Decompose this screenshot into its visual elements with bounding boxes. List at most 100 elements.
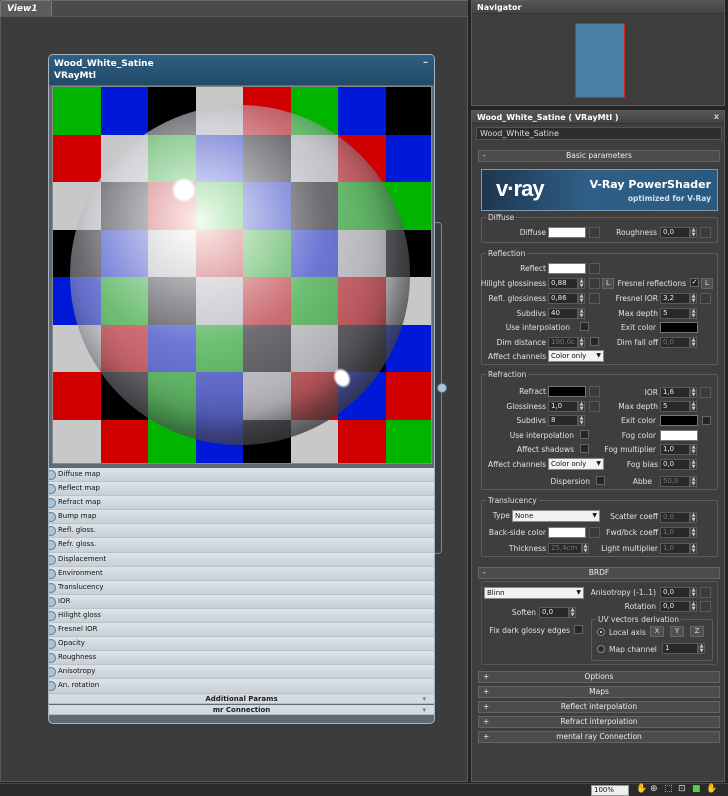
spinner-arrows[interactable]: ▲ ▼: [578, 278, 585, 289]
rollout-reflect-interpolation[interactable]: + Reflect interpolation: [478, 701, 720, 713]
spinner-arrows[interactable]: ▲ ▼: [582, 543, 589, 554]
rollout-basic-parameters[interactable]: - Basic parameters: [478, 150, 720, 162]
spinner-arrows[interactable]: ▲ ▼: [690, 387, 697, 398]
map-slot[interactable]: Displacement: [49, 552, 434, 567]
map-slot[interactable]: Anisotropy: [49, 665, 434, 680]
reflect-map-button[interactable]: [589, 263, 600, 274]
affect-shadows-checkbox[interactable]: [580, 444, 589, 453]
input-socket[interactable]: [49, 568, 56, 579]
rollout-maps[interactable]: + Maps: [478, 686, 720, 698]
input-socket[interactable]: [49, 540, 56, 551]
map-slot[interactable]: Fresnel IOR: [49, 623, 434, 638]
map-slot[interactable]: An. rotation: [49, 679, 434, 694]
spinner-arrows[interactable]: ▲ ▼: [698, 643, 705, 654]
refr-max-depth-spinner[interactable]: 5: [660, 401, 690, 412]
node-header[interactable]: Wood_White_Satine VRayMtl –: [49, 55, 434, 85]
zoom-region-icon[interactable]: ⬚: [664, 784, 673, 794]
anisotropy-spinner[interactable]: 0,0: [660, 587, 690, 598]
input-socket[interactable]: [49, 653, 56, 664]
affect-channels-dropdown[interactable]: Color only ▼: [548, 350, 604, 362]
refl-gloss-map-button[interactable]: [589, 293, 600, 304]
spinner-arrows[interactable]: ▲ ▼: [578, 337, 585, 348]
exit-color-checkbox[interactable]: [702, 416, 711, 425]
tab-view1[interactable]: View1: [0, 0, 52, 16]
map-slot[interactable]: Roughness: [49, 651, 434, 666]
spinner-arrows[interactable]: ▲ ▼: [690, 227, 697, 238]
translucency-type-dropdown[interactable]: None ▼: [512, 510, 600, 522]
spinner-arrows[interactable]: ▲ ▼: [690, 293, 697, 304]
spinner-arrows[interactable]: ▲ ▼: [690, 527, 697, 538]
additional-params-slot[interactable]: Additional Params ▾: [49, 694, 434, 704]
zoom-icon[interactable]: ⊕: [650, 784, 658, 794]
hilight-map-button[interactable]: [589, 278, 600, 289]
input-socket[interactable]: [49, 667, 56, 678]
spinner-arrows[interactable]: ▲ ▼: [690, 512, 697, 523]
input-socket[interactable]: [49, 596, 56, 607]
spinner-arrows[interactable]: ▲ ▼: [569, 607, 576, 618]
rotation-spinner[interactable]: 0,0: [660, 601, 690, 612]
refract-map-button[interactable]: [589, 386, 600, 397]
axis-z-button[interactable]: Z: [690, 626, 704, 637]
rollout-refract-interpolation[interactable]: + Refract interpolation: [478, 716, 720, 728]
roughness-map-button[interactable]: [700, 227, 711, 238]
lock-fresnel-button[interactable]: L: [701, 278, 713, 289]
brdf-type-dropdown[interactable]: Blinn ▼: [484, 587, 584, 599]
rollout-brdf[interactable]: - BRDF: [478, 567, 720, 579]
refr-subdivs-spinner[interactable]: 8: [548, 415, 578, 426]
exit-color-swatch[interactable]: [660, 322, 698, 333]
ior-spinner[interactable]: 1,6: [660, 387, 690, 398]
material-name-field[interactable]: Wood_White_Satine: [476, 127, 722, 140]
pan-hand-icon[interactable]: ✋: [636, 784, 647, 794]
refl-glossiness-spinner[interactable]: 0,86: [548, 293, 578, 304]
map-slot[interactable]: Refr. gloss.: [49, 538, 434, 553]
map-channel-radio[interactable]: [597, 645, 605, 653]
spinner-arrows[interactable]: ▲ ▼: [690, 337, 697, 348]
material-node[interactable]: Wood_White_Satine VRayMtl – Diffuse map R…: [48, 54, 435, 724]
map-slot[interactable]: Reflect map: [49, 482, 434, 497]
back-side-color-swatch[interactable]: [548, 527, 586, 538]
fresnel-reflections-checkbox[interactable]: ✓: [690, 278, 699, 287]
anisotropy-map-button[interactable]: [700, 587, 711, 598]
fog-multiplier-spinner[interactable]: 1,0: [660, 444, 690, 455]
map-slot[interactable]: IOR: [49, 594, 434, 609]
spinner-arrows[interactable]: ▲ ▼: [690, 308, 697, 319]
spinner-arrows[interactable]: ▲ ▼: [690, 444, 697, 455]
input-socket[interactable]: [49, 610, 56, 621]
input-socket[interactable]: [49, 512, 56, 523]
spinner-arrows[interactable]: ▲ ▼: [578, 308, 585, 319]
fresnel-ior-spinner[interactable]: 3,2: [660, 293, 690, 304]
rotation-map-button[interactable]: [700, 601, 711, 612]
back-side-map-button[interactable]: [589, 527, 600, 538]
subdivs-spinner[interactable]: 40: [548, 308, 578, 319]
rollout-options[interactable]: + Options: [478, 671, 720, 683]
ior-map-button[interactable]: [700, 387, 711, 398]
fresnel-ior-map-button[interactable]: [700, 293, 711, 304]
map-slot[interactable]: Diffuse map: [49, 468, 434, 483]
map-slot[interactable]: Translucency: [49, 580, 434, 595]
map-slot[interactable]: Refract map: [49, 496, 434, 511]
spinner-arrows[interactable]: ▲ ▼: [578, 415, 585, 426]
max-depth-spinner[interactable]: 5: [660, 308, 690, 319]
spinner-arrows[interactable]: ▲ ▼: [578, 401, 585, 412]
diffuse-map-button[interactable]: [589, 227, 600, 238]
fit-selected-icon[interactable]: ■: [692, 784, 701, 794]
map-channel-spinner[interactable]: 1: [662, 643, 698, 654]
spinner-arrows[interactable]: ▲ ▼: [690, 401, 697, 412]
input-socket[interactable]: [49, 554, 56, 565]
dim-falloff-spinner[interactable]: 0,0: [660, 337, 690, 348]
spinner-arrows[interactable]: ▲ ▼: [690, 587, 697, 598]
zoom-extents-icon[interactable]: ⊡: [678, 784, 686, 794]
input-socket[interactable]: [49, 639, 56, 650]
abbe-spinner[interactable]: 50,0: [660, 476, 690, 487]
map-slot[interactable]: Refl. gloss.: [49, 524, 434, 539]
diffuse-color-swatch[interactable]: [548, 227, 586, 238]
refr-use-interpolation-checkbox[interactable]: [580, 430, 589, 439]
map-slot[interactable]: Environment: [49, 566, 434, 581]
minimize-icon[interactable]: –: [423, 57, 428, 69]
roughness-spinner[interactable]: 0,0: [660, 227, 690, 238]
output-socket[interactable]: [437, 383, 447, 393]
input-socket[interactable]: [49, 484, 56, 495]
input-socket[interactable]: [49, 526, 56, 537]
local-axis-radio[interactable]: [597, 628, 605, 636]
refr-exit-color-swatch[interactable]: [660, 415, 698, 426]
